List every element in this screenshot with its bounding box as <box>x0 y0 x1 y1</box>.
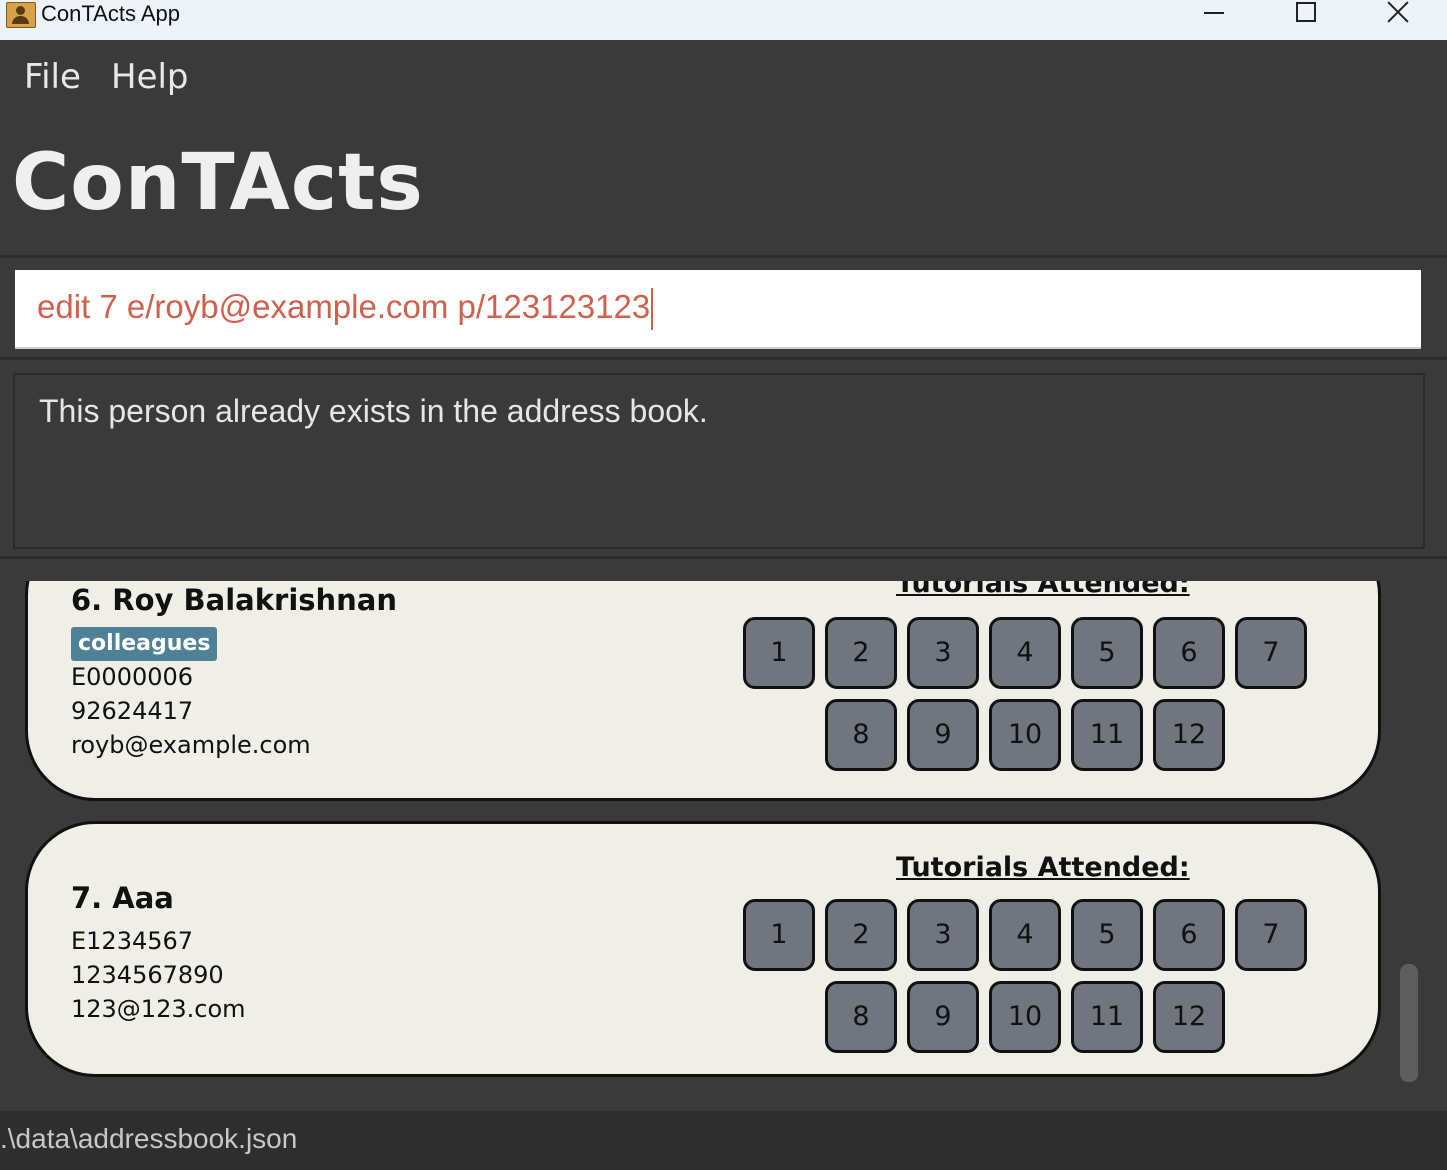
person-list[interactable]: 6. Roy Balakrishnan colleagues E0000006 … <box>0 581 1447 1108</box>
divider <box>0 255 1447 258</box>
tutorial-button[interactable]: 8 <box>825 699 897 771</box>
tutorial-button[interactable]: 7 <box>1235 899 1307 971</box>
command-text: edit 7 e/royb@example.com p/123123123 <box>37 288 654 331</box>
tag-badge: colleagues <box>71 627 218 661</box>
divider <box>0 556 1447 559</box>
close-icon[interactable] <box>1373 0 1423 30</box>
title-bar: ConTActs App <box>0 0 1447 40</box>
tutorial-button[interactable]: 7 <box>1235 617 1307 689</box>
tutorial-button[interactable]: 5 <box>1071 899 1143 971</box>
person-phone: 92624417 <box>71 697 194 725</box>
tutorial-button[interactable]: 12 <box>1153 699 1225 771</box>
menu-help[interactable]: Help <box>111 57 189 97</box>
tutorial-button[interactable]: 2 <box>825 617 897 689</box>
person-card[interactable]: 7. Aaa E1234567 1234567890 123@123.com T… <box>25 821 1381 1077</box>
tutorial-button[interactable]: 4 <box>989 899 1061 971</box>
tutorial-button[interactable]: 9 <box>907 981 979 1053</box>
person-phone: 1234567890 <box>71 961 224 989</box>
text-caret <box>651 288 654 331</box>
menu-bar: File Help <box>0 41 1447 111</box>
tutorial-button[interactable]: 3 <box>907 899 979 971</box>
tutorial-button[interactable]: 10 <box>989 699 1061 771</box>
person-name: 7. Aaa <box>71 881 174 915</box>
minimize-icon[interactable] <box>1190 0 1240 30</box>
person-name: 6. Roy Balakrishnan <box>71 583 398 617</box>
tutorial-button[interactable]: 8 <box>825 981 897 1053</box>
tutorial-button[interactable]: 11 <box>1071 699 1143 771</box>
tutorial-button[interactable]: 11 <box>1071 981 1143 1053</box>
command-input[interactable]: edit 7 e/royb@example.com p/123123123 <box>15 270 1421 349</box>
tutorial-button[interactable]: 12 <box>1153 981 1225 1053</box>
app-heading: ConTActs <box>12 138 424 228</box>
maximize-icon[interactable] <box>1280 0 1330 30</box>
tutorial-button[interactable]: 9 <box>907 699 979 771</box>
result-message: This person already exists in the addres… <box>39 393 708 429</box>
tutorial-button[interactable]: 5 <box>1071 617 1143 689</box>
tutorial-button[interactable]: 3 <box>907 617 979 689</box>
tutorial-button[interactable]: 1 <box>743 617 815 689</box>
result-display: This person already exists in the addres… <box>13 373 1425 549</box>
list-scrollbar[interactable] <box>1400 964 1418 1082</box>
person-id: E0000006 <box>71 663 194 691</box>
tutorial-button[interactable]: 1 <box>743 899 815 971</box>
tutorial-button[interactable]: 6 <box>1153 899 1225 971</box>
person-card[interactable]: 6. Roy Balakrishnan colleagues E0000006 … <box>25 581 1381 801</box>
tutorials-label: Tutorials Attended: <box>896 852 1190 883</box>
window-title: ConTActs App <box>41 1 180 26</box>
contacts-app-icon <box>6 2 36 28</box>
command-value: edit 7 e/royb@example.com p/123123123 <box>37 288 651 325</box>
tutorial-button[interactable]: 4 <box>989 617 1061 689</box>
person-email: royb@example.com <box>71 731 311 759</box>
status-file-path: .\data\addressbook.json <box>0 1123 298 1154</box>
person-email: 123@123.com <box>71 995 246 1023</box>
status-bar: .\data\addressbook.json <box>0 1111 1447 1170</box>
person-id: E1234567 <box>71 927 194 955</box>
divider <box>0 357 1447 360</box>
menu-file[interactable]: File <box>24 57 81 97</box>
tutorial-button[interactable]: 2 <box>825 899 897 971</box>
tutorial-button[interactable]: 6 <box>1153 617 1225 689</box>
tutorials-label: Tutorials Attended: <box>896 581 1190 599</box>
tutorial-button[interactable]: 10 <box>989 981 1061 1053</box>
